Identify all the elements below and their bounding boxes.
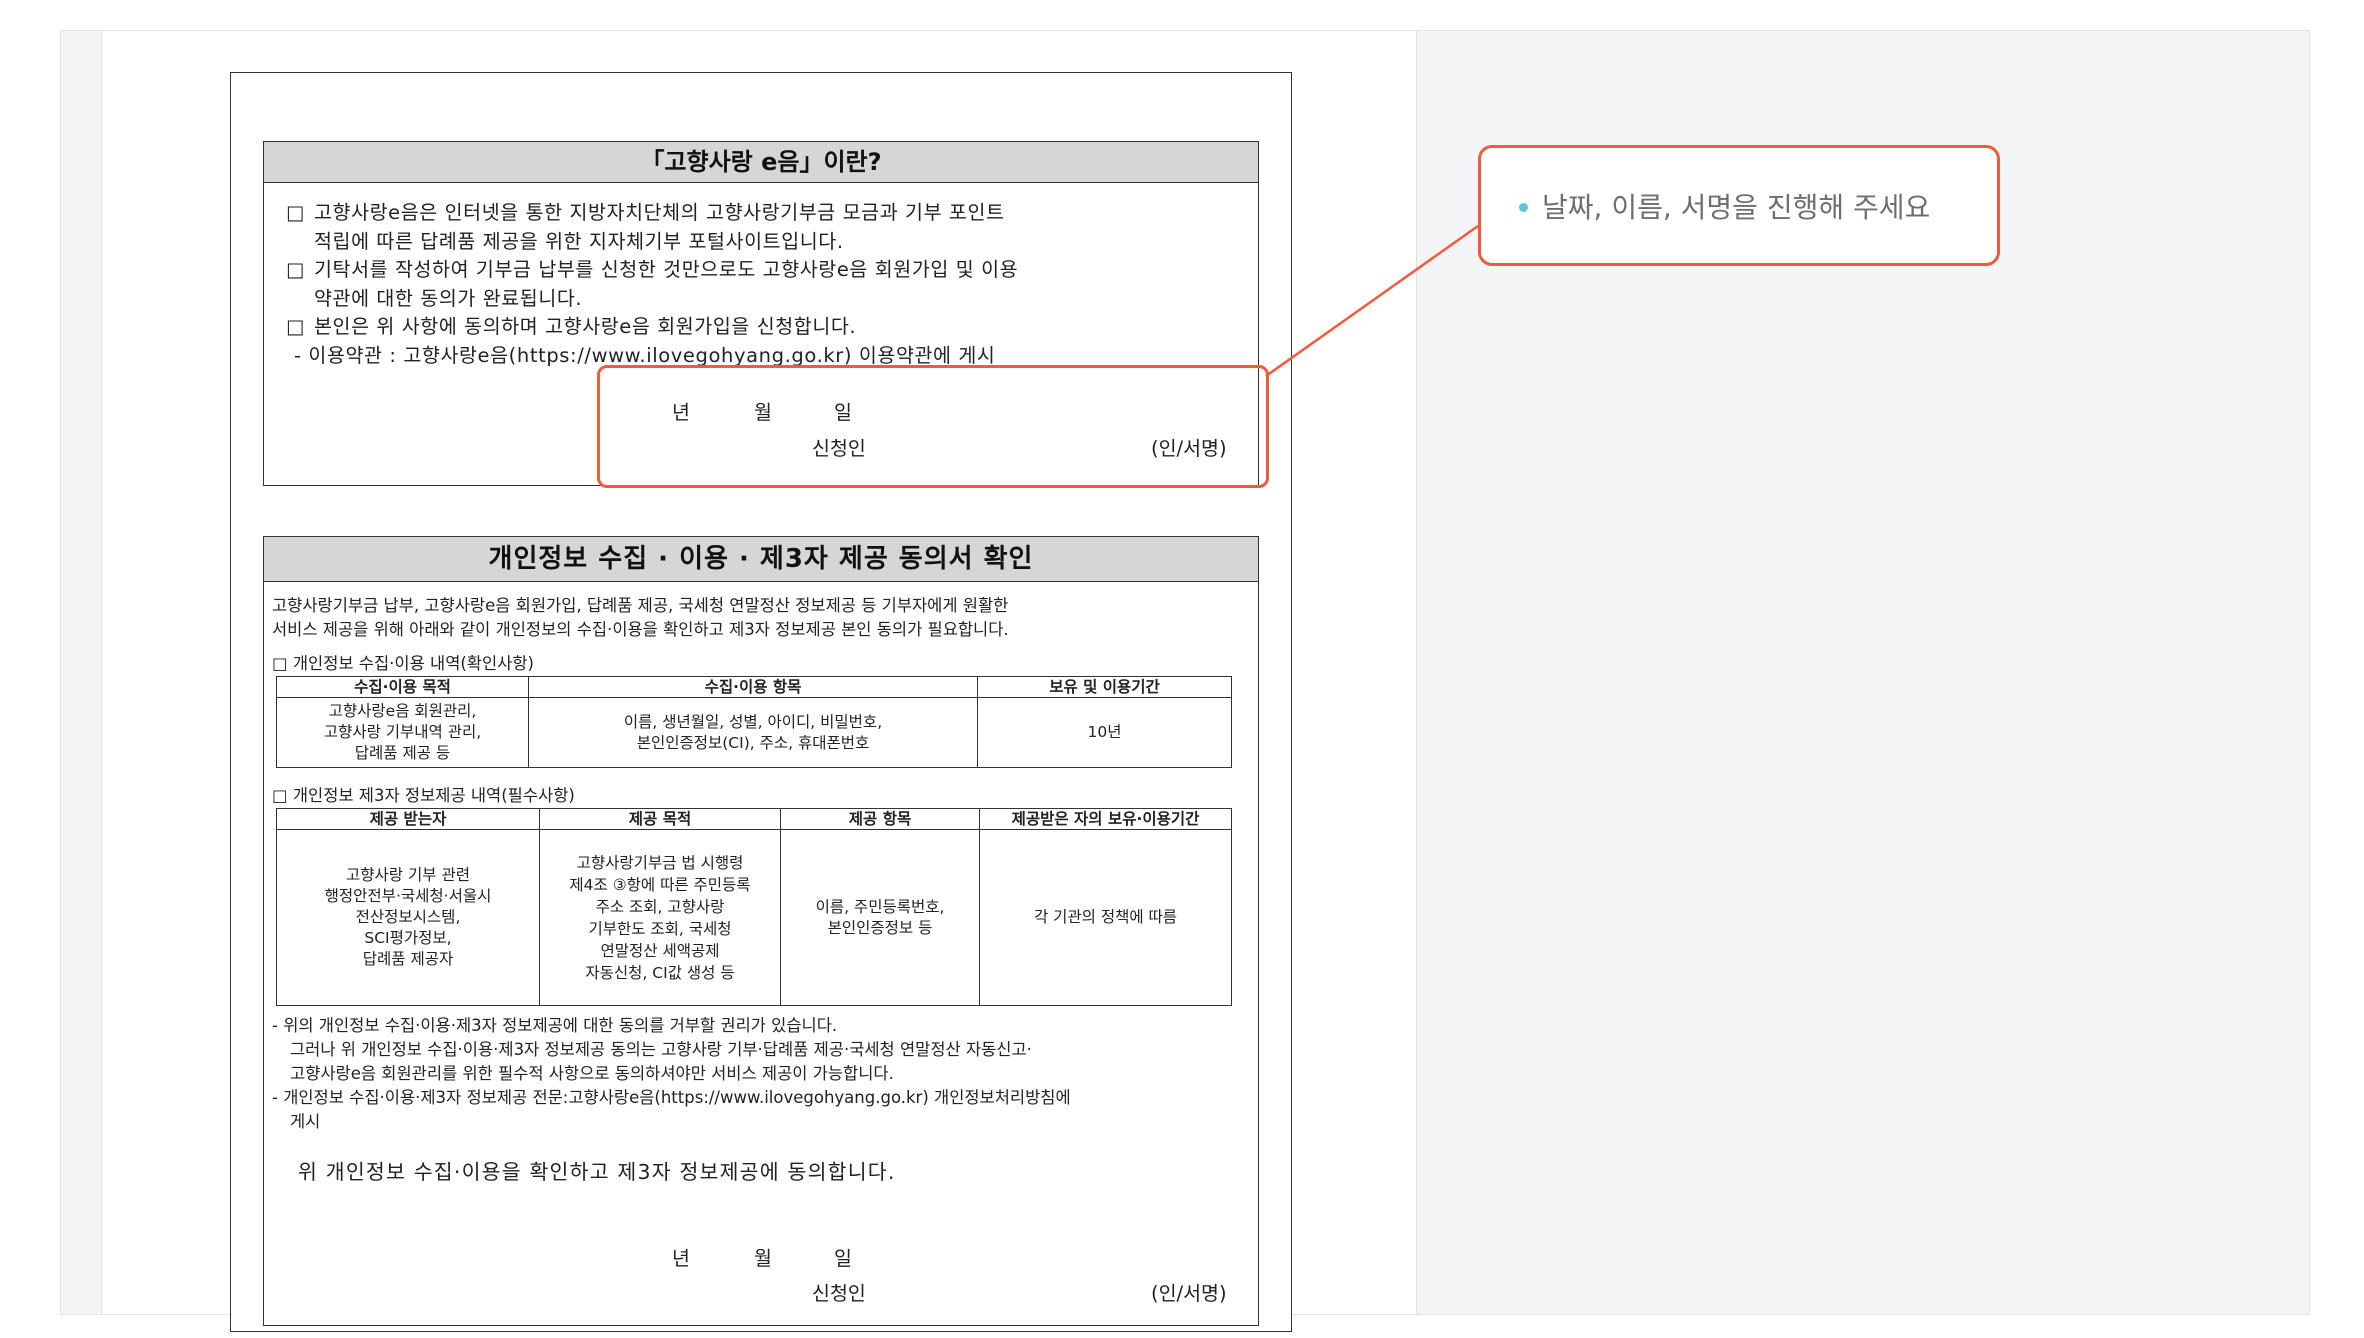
callout-text: 날짜, 이름, 서명을 진행해 주세요 [1542,190,1931,224]
guide-callout: 날짜, 이름, 서명을 진행해 주세요 [1478,145,2000,266]
callout-connector [1265,224,1479,378]
pencil-dot-icon [1519,203,1528,212]
connector-line [1265,224,1479,378]
